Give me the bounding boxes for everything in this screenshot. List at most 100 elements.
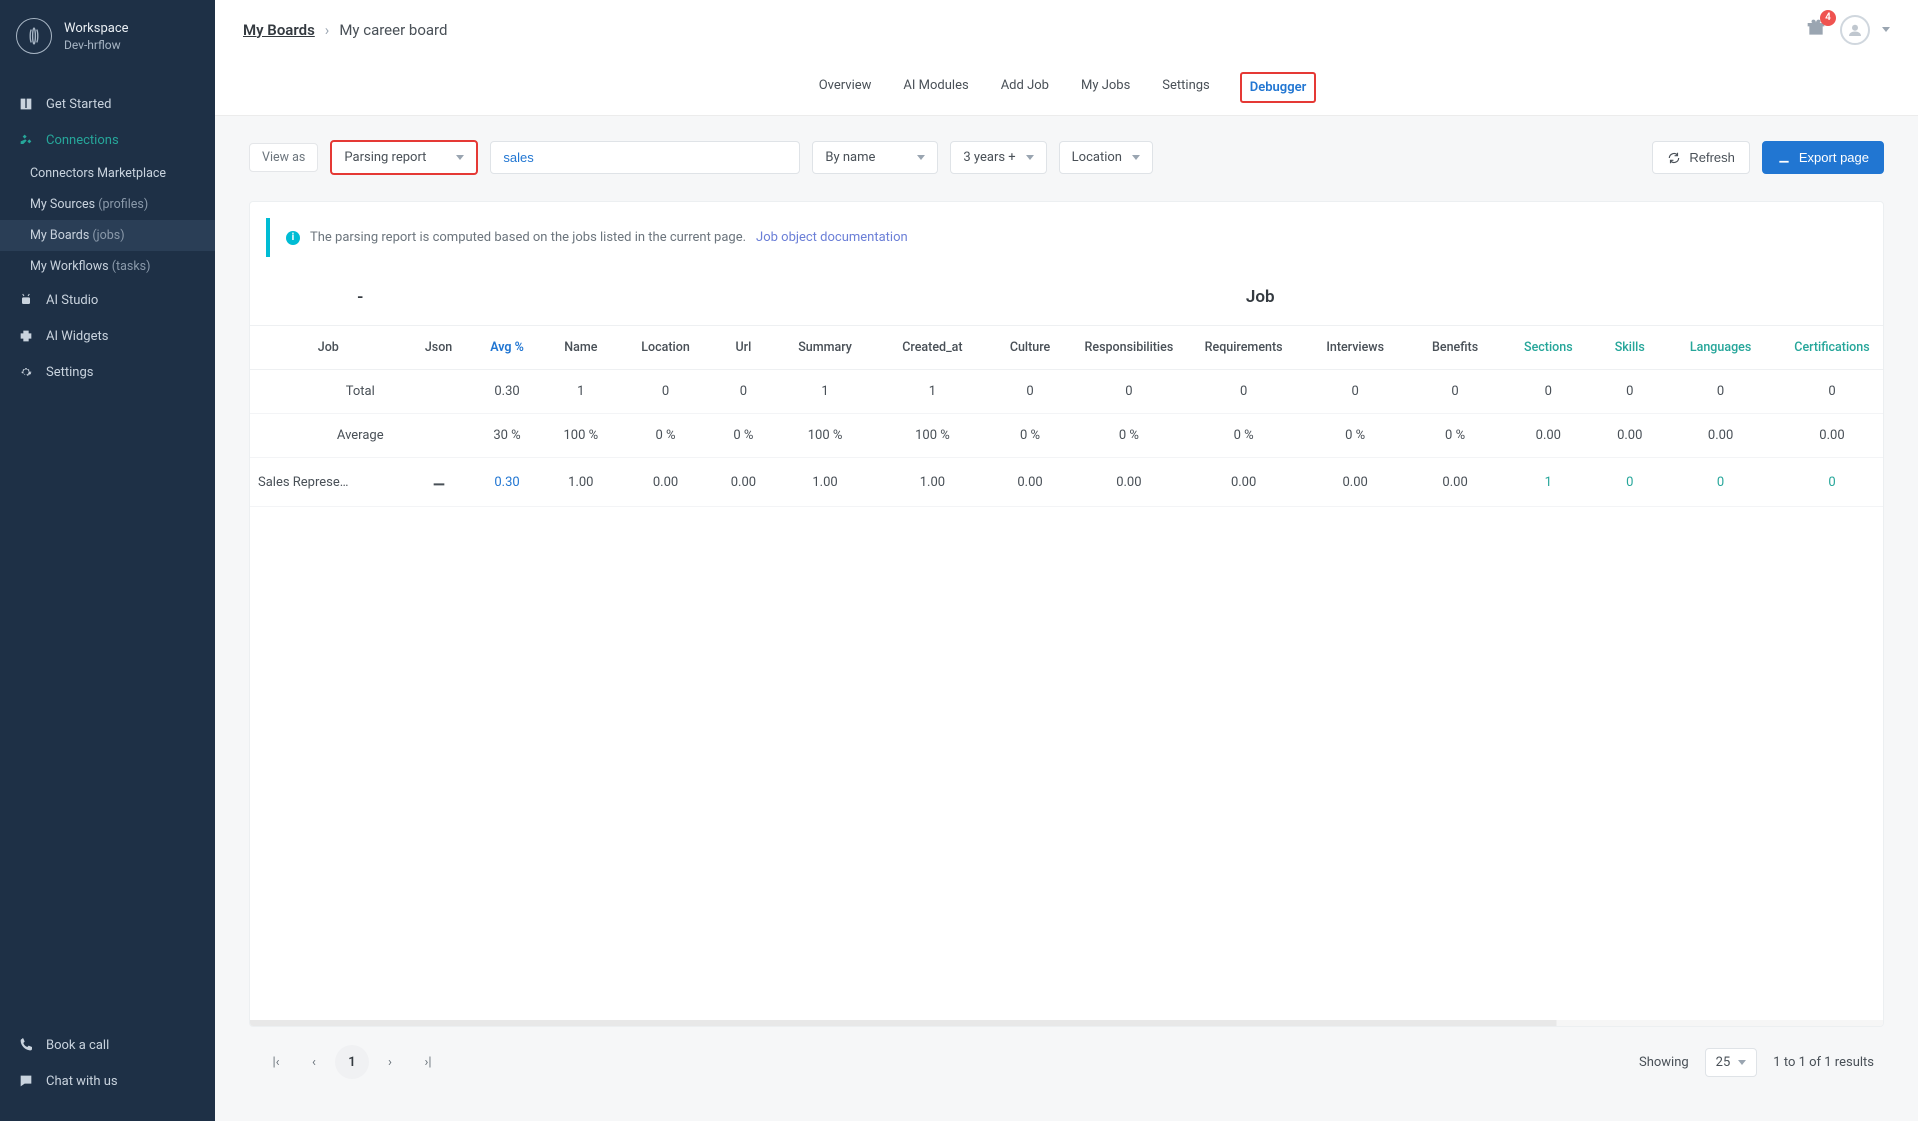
col-requirements[interactable]: Requirements	[1186, 326, 1301, 370]
cell: 1	[1501, 458, 1596, 507]
cell: 100 %	[774, 414, 877, 458]
cell: 30 %	[471, 414, 544, 458]
cell: 1.00	[876, 458, 988, 507]
cell: 1	[544, 370, 619, 414]
col-summary[interactable]: Summary	[774, 326, 877, 370]
info-link[interactable]: Job object documentation	[756, 230, 908, 245]
filter-bar: View as Parsing report By name 3 years +…	[249, 140, 1884, 175]
sidebar-item-chat[interactable]: Chat with us	[0, 1063, 215, 1099]
sidebar-item-book-call[interactable]: Book a call	[0, 1027, 215, 1063]
table-row: Sales Represe…0.301.000.000.001.001.000.…	[250, 458, 1883, 507]
cell-job: Sales Represe…	[250, 458, 407, 507]
col-sections[interactable]: Sections	[1501, 326, 1596, 370]
horizontal-scrollbar[interactable]	[250, 1020, 1883, 1026]
col-avg[interactable]: Avg %	[471, 326, 544, 370]
sidebar-sub-boards[interactable]: My Boards (jobs)	[0, 220, 215, 251]
col-skills[interactable]: Skills	[1596, 326, 1664, 370]
sidebar-item-label: Book a call	[46, 1038, 109, 1053]
col-json[interactable]: Json	[407, 326, 471, 370]
sidebar-sub-connectors[interactable]: Connectors Marketplace	[0, 158, 215, 189]
period-select[interactable]: 3 years +	[950, 141, 1046, 174]
chevron-down-icon	[456, 155, 464, 160]
export-button[interactable]: Export page	[1762, 141, 1884, 174]
chevron-right-icon: ›	[325, 21, 330, 39]
row-label: Average	[250, 414, 471, 458]
breadcrumb-current: My career board	[339, 21, 447, 39]
gear-icon	[18, 364, 34, 380]
cell: 0	[1301, 370, 1409, 414]
col-created[interactable]: Created_at	[876, 326, 988, 370]
pager-last[interactable]: ›|	[411, 1045, 445, 1079]
info-text: The parsing report is computed based on …	[310, 230, 746, 245]
col-languages[interactable]: Languages	[1664, 326, 1778, 370]
table-wrapper[interactable]: - Job Job Json Avg % Name Location Url S…	[250, 267, 1883, 507]
col-interviews[interactable]: Interviews	[1301, 326, 1409, 370]
breadcrumb-root[interactable]: My Boards	[243, 21, 315, 39]
sidebar-sub-label: My Workflows	[30, 259, 109, 274]
info-bar: i The parsing report is computed based o…	[266, 218, 1867, 257]
chevron-down-icon	[1132, 155, 1140, 160]
sidebar-item-ai-widgets[interactable]: AI Widgets	[0, 318, 215, 354]
cell: 1	[774, 370, 877, 414]
col-group-job: Job	[471, 267, 1884, 326]
table-row: Total0.301001100000000000	[250, 370, 1883, 414]
sort-select[interactable]: By name	[812, 141, 938, 174]
col-benefits[interactable]: Benefits	[1409, 326, 1500, 370]
tabs: Overview AI Modules Add Job My Jobs Sett…	[215, 60, 1918, 116]
col-culture[interactable]: Culture	[989, 326, 1072, 370]
workspace-header: Workspace Dev-hrflow	[0, 0, 215, 66]
col-certifications[interactable]: Certifications	[1778, 326, 1883, 370]
sidebar-item-connections[interactable]: Connections	[0, 122, 215, 158]
sidebar-sub-sources[interactable]: My Sources (profiles)	[0, 189, 215, 220]
cell: 0.00	[1301, 458, 1409, 507]
tab-settings[interactable]: Settings	[1160, 72, 1211, 103]
tab-add-job[interactable]: Add Job	[999, 72, 1051, 103]
pager-prev[interactable]: ‹	[297, 1045, 331, 1079]
download-icon[interactable]	[431, 472, 447, 488]
info-icon: i	[286, 231, 300, 245]
cell: 0.00	[1596, 414, 1664, 458]
sidebar-item-get-started[interactable]: Get Started	[0, 86, 215, 122]
viewas-select[interactable]: Parsing report	[330, 140, 478, 175]
refresh-button[interactable]: Refresh	[1652, 141, 1750, 174]
cell: 100 %	[544, 414, 619, 458]
cell: 0	[1186, 370, 1301, 414]
cell-json[interactable]	[407, 458, 471, 507]
avatar[interactable]	[1840, 15, 1870, 45]
location-value: Location	[1072, 150, 1122, 165]
sidebar-sub-label: Connectors Marketplace	[30, 166, 166, 181]
sidebar-item-label: AI Widgets	[46, 329, 108, 344]
viewas-value: Parsing report	[344, 150, 426, 165]
col-group-dash: -	[250, 267, 471, 326]
page-size-select[interactable]: 25	[1705, 1048, 1758, 1077]
tab-my-jobs[interactable]: My Jobs	[1079, 72, 1132, 103]
col-responsibilities[interactable]: Responsibilities	[1072, 326, 1187, 370]
chevron-down-icon[interactable]	[1882, 27, 1890, 32]
pager-next[interactable]: ›	[373, 1045, 407, 1079]
tab-overview[interactable]: Overview	[817, 72, 874, 103]
gift-badge: 4	[1820, 10, 1836, 26]
col-name[interactable]: Name	[544, 326, 619, 370]
pager-current[interactable]: 1	[335, 1045, 369, 1079]
tab-debugger[interactable]: Debugger	[1240, 72, 1317, 103]
cell: 0	[1778, 370, 1883, 414]
sidebar-sub-workflows[interactable]: My Workflows (tasks)	[0, 251, 215, 282]
pager: |‹ ‹ 1 › ›| Showing 25 1 to 1 of 1 resul…	[249, 1027, 1884, 1097]
sidebar-item-settings[interactable]: Settings	[0, 354, 215, 390]
search-input[interactable]	[490, 141, 800, 174]
sidebar: Workspace Dev-hrflow Get Started Connect…	[0, 0, 215, 1121]
cell: 0	[1596, 370, 1664, 414]
col-location[interactable]: Location	[618, 326, 713, 370]
cell: 0	[1664, 458, 1778, 507]
col-job[interactable]: Job	[250, 326, 407, 370]
sidebar-item-label: Chat with us	[46, 1074, 118, 1089]
refresh-icon	[1667, 151, 1681, 165]
sidebar-sub-label: My Boards	[30, 228, 89, 243]
gift-button[interactable]: 4	[1806, 18, 1826, 42]
sidebar-item-ai-studio[interactable]: AI Studio	[0, 282, 215, 318]
col-url[interactable]: Url	[713, 326, 774, 370]
location-select[interactable]: Location	[1059, 141, 1153, 174]
tab-ai-modules[interactable]: AI Modules	[901, 72, 970, 103]
pager-first[interactable]: |‹	[259, 1045, 293, 1079]
cell: 1.00	[544, 458, 619, 507]
